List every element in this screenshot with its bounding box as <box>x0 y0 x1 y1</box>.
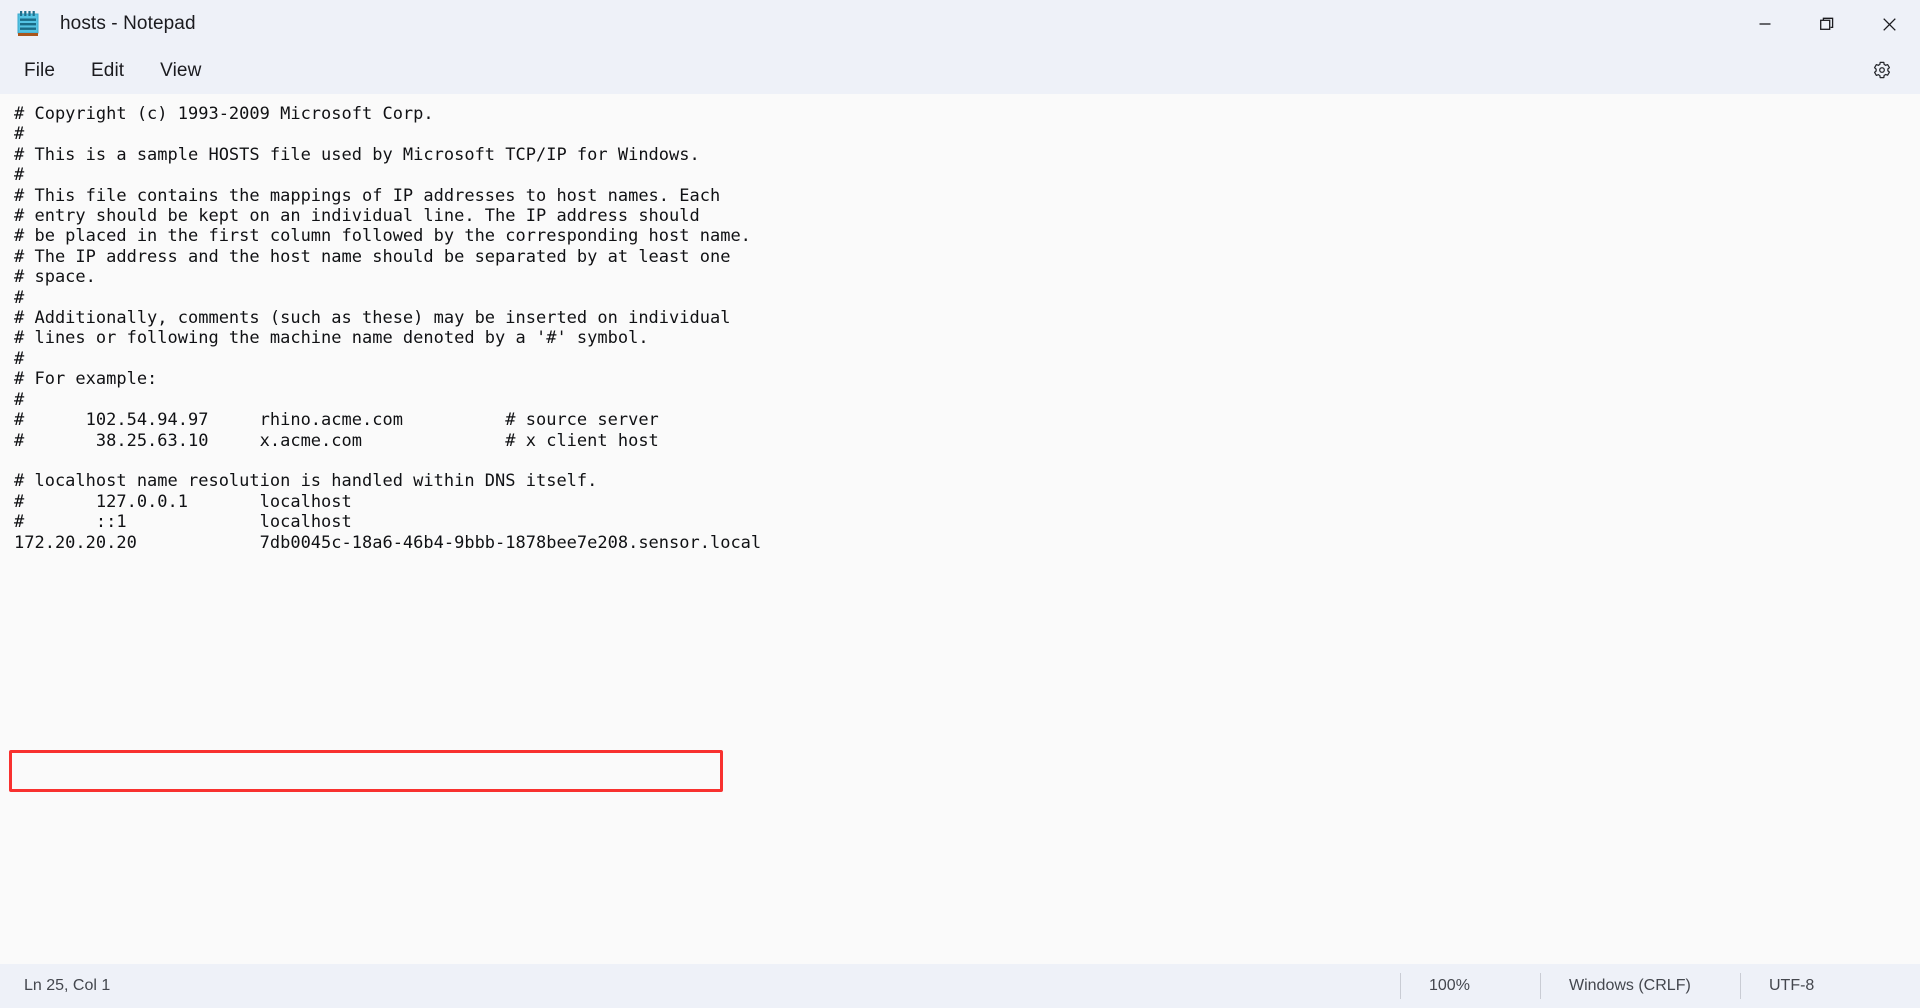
window-title: hosts - Notepad <box>60 13 196 34</box>
notepad-window: hosts - Notepad File Edit View # Copyrig… <box>0 0 1920 1008</box>
editor-area[interactable]: # Copyright (c) 1993-2009 Microsoft Corp… <box>0 94 1920 964</box>
menu-bar: File Edit View <box>0 48 1920 94</box>
encoding-status[interactable]: UTF-8 <box>1740 973 1920 999</box>
status-right-group: 100% Windows (CRLF) UTF-8 <box>1400 973 1920 999</box>
restore-icon <box>1820 17 1834 30</box>
menu-item-view[interactable]: View <box>142 54 219 88</box>
close-button[interactable] <box>1858 0 1920 48</box>
restore-button[interactable] <box>1796 0 1858 48</box>
notepad-icon <box>16 11 40 37</box>
text-content[interactable]: # Copyright (c) 1993-2009 Microsoft Corp… <box>0 94 1920 964</box>
line-ending-status[interactable]: Windows (CRLF) <box>1540 973 1740 999</box>
status-bar: Ln 25, Col 1 100% Windows (CRLF) UTF-8 <box>0 964 1920 1008</box>
window-controls <box>1734 0 1920 48</box>
menu-item-file[interactable]: File <box>6 54 73 88</box>
cursor-position-status: Ln 25, Col 1 <box>24 977 111 994</box>
settings-button[interactable] <box>1862 51 1902 91</box>
zoom-status[interactable]: 100% <box>1400 973 1540 999</box>
gear-icon <box>1873 61 1891 79</box>
minimize-button[interactable] <box>1734 0 1796 48</box>
minimize-icon <box>1759 23 1771 25</box>
title-bar: hosts - Notepad <box>0 0 1920 48</box>
close-icon <box>1882 17 1896 31</box>
menu-item-edit[interactable]: Edit <box>73 54 142 88</box>
